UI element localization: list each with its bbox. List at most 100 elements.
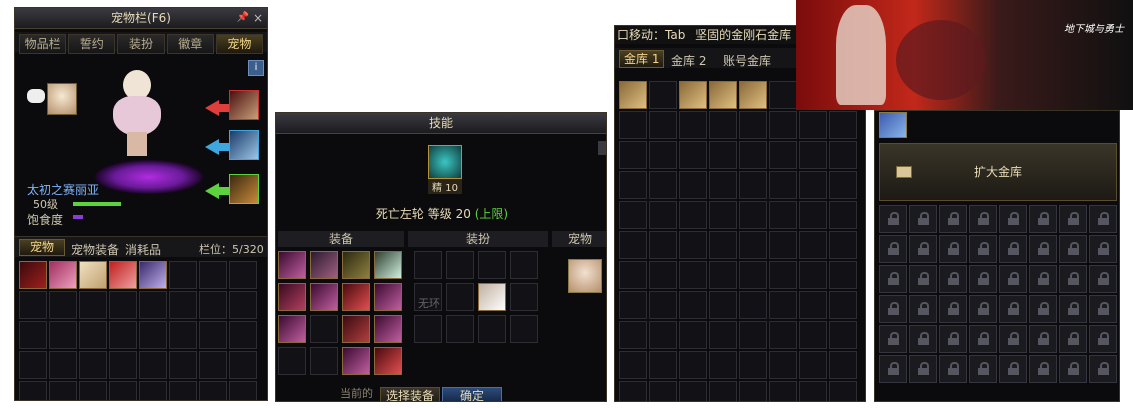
- bank-slot[interactable]: [739, 381, 767, 401]
- bank-slot[interactable]: [769, 111, 797, 139]
- pet-panel-titlebar[interactable]: 宠物栏(F6) 📌 ×: [15, 8, 267, 29]
- bank-slot[interactable]: [619, 141, 647, 169]
- tab-badge[interactable]: 徽章: [166, 34, 214, 54]
- locked-slot[interactable]: [939, 205, 967, 233]
- locked-slot[interactable]: [1089, 235, 1117, 263]
- equipment-slot[interactable]: [374, 283, 402, 311]
- bank-slot[interactable]: [739, 141, 767, 169]
- bank-slot[interactable]: [679, 81, 707, 109]
- bank-slot[interactable]: [829, 291, 857, 319]
- locked-slot[interactable]: [969, 235, 997, 263]
- pet-inventory-slot[interactable]: [109, 291, 137, 319]
- locked-slot[interactable]: [1029, 265, 1057, 293]
- locked-slot[interactable]: [1089, 325, 1117, 353]
- locked-slot[interactable]: [939, 325, 967, 353]
- pet-inventory-slot[interactable]: [139, 261, 167, 289]
- bank-slot[interactable]: [799, 111, 827, 139]
- bank-slot[interactable]: [799, 141, 827, 169]
- pet-inventory-slot[interactable]: [109, 261, 137, 289]
- tab-pet-equipment[interactable]: 宠物装备: [71, 241, 119, 258]
- bank-slot[interactable]: [619, 291, 647, 319]
- costume-slot[interactable]: [478, 315, 506, 343]
- bank-slot[interactable]: [709, 231, 737, 259]
- equipment-slot[interactable]: [374, 251, 402, 279]
- select-equipment-button[interactable]: 选择装备: [380, 387, 440, 401]
- costume-slot[interactable]: [446, 283, 474, 311]
- equipment-slot[interactable]: [342, 251, 370, 279]
- skill-icon[interactable]: [428, 145, 462, 179]
- bank-slot[interactable]: [649, 291, 677, 319]
- bank-slot[interactable]: [739, 171, 767, 199]
- tab-costume[interactable]: 装扮: [117, 34, 165, 54]
- bank-slot[interactable]: [739, 201, 767, 229]
- bank-slot[interactable]: [829, 381, 857, 401]
- pet-inventory-slot[interactable]: [19, 351, 47, 379]
- locked-slot[interactable]: [939, 265, 967, 293]
- locked-slot[interactable]: [1029, 355, 1057, 383]
- pet-inventory-slot[interactable]: [229, 261, 257, 289]
- bank-slot[interactable]: [739, 111, 767, 139]
- locked-slot[interactable]: [1089, 295, 1117, 323]
- bank-slot[interactable]: [649, 231, 677, 259]
- bank-slot[interactable]: [799, 261, 827, 289]
- bank-slot[interactable]: [709, 141, 737, 169]
- pet-inventory-slot[interactable]: [199, 261, 227, 289]
- pet-inventory-slot[interactable]: [199, 291, 227, 319]
- locked-slot[interactable]: [969, 295, 997, 323]
- costume-slot[interactable]: [510, 251, 538, 279]
- bank-slot[interactable]: [799, 171, 827, 199]
- bank-slot[interactable]: [739, 81, 767, 109]
- bank-slot[interactable]: [799, 351, 827, 379]
- locked-slot[interactable]: [939, 355, 967, 383]
- equipment-slot[interactable]: [278, 251, 306, 279]
- bank-slot[interactable]: [769, 231, 797, 259]
- pet-inventory-slot[interactable]: [79, 291, 107, 319]
- costume-slot[interactable]: [414, 251, 442, 279]
- pet-inventory-slot[interactable]: [199, 321, 227, 349]
- equipment-slot[interactable]: [310, 251, 338, 279]
- bank-slot[interactable]: [649, 141, 677, 169]
- locked-slot[interactable]: [1089, 355, 1117, 383]
- bank-slot[interactable]: [649, 81, 677, 109]
- pet-inventory-slot[interactable]: [199, 381, 227, 400]
- locked-slot[interactable]: [939, 295, 967, 323]
- bank-slot[interactable]: [829, 321, 857, 349]
- pet-inventory-slot[interactable]: [109, 381, 137, 400]
- account-bank-item[interactable]: [879, 112, 907, 138]
- equipment-slot[interactable]: [310, 315, 338, 343]
- bank-slot[interactable]: [709, 201, 737, 229]
- pet-slot[interactable]: [568, 259, 602, 293]
- bank-slot[interactable]: [829, 171, 857, 199]
- bank-slot[interactable]: [619, 381, 647, 401]
- bank-slot[interactable]: [649, 171, 677, 199]
- locked-slot[interactable]: [1059, 265, 1087, 293]
- locked-slot[interactable]: [1029, 205, 1057, 233]
- bank-slot[interactable]: [679, 321, 707, 349]
- bank-slot[interactable]: [649, 351, 677, 379]
- bank-slot[interactable]: [619, 231, 647, 259]
- bank-slot[interactable]: [619, 81, 647, 109]
- pet-inventory-slot[interactable]: [109, 351, 137, 379]
- locked-slot[interactable]: [909, 325, 937, 353]
- pet-inventory-slot[interactable]: [229, 321, 257, 349]
- pet-inventory-slot[interactable]: [169, 261, 197, 289]
- pet-inventory-slot[interactable]: [49, 381, 77, 400]
- bank-slot[interactable]: [619, 171, 647, 199]
- pet-inventory-slot[interactable]: [109, 321, 137, 349]
- bank-slot[interactable]: [769, 171, 797, 199]
- tab-account-bank[interactable]: 账号金库: [723, 52, 771, 69]
- equipment-slot[interactable]: [278, 347, 306, 375]
- bank-slot[interactable]: [679, 351, 707, 379]
- pet-weapon-slot[interactable]: [229, 90, 259, 120]
- pet-inventory-slot[interactable]: [169, 351, 197, 379]
- pet-armor-slot[interactable]: [229, 130, 259, 160]
- equipment-slot[interactable]: [374, 315, 402, 343]
- pet-inventory-slot[interactable]: [79, 261, 107, 289]
- pet-accessory-slot[interactable]: [229, 174, 259, 204]
- bank-slot[interactable]: [679, 291, 707, 319]
- bank-slot[interactable]: [709, 351, 737, 379]
- bank-slot[interactable]: [619, 201, 647, 229]
- pet-inventory-slot[interactable]: [19, 261, 47, 289]
- bank-slot[interactable]: [679, 171, 707, 199]
- bank-slot[interactable]: [769, 291, 797, 319]
